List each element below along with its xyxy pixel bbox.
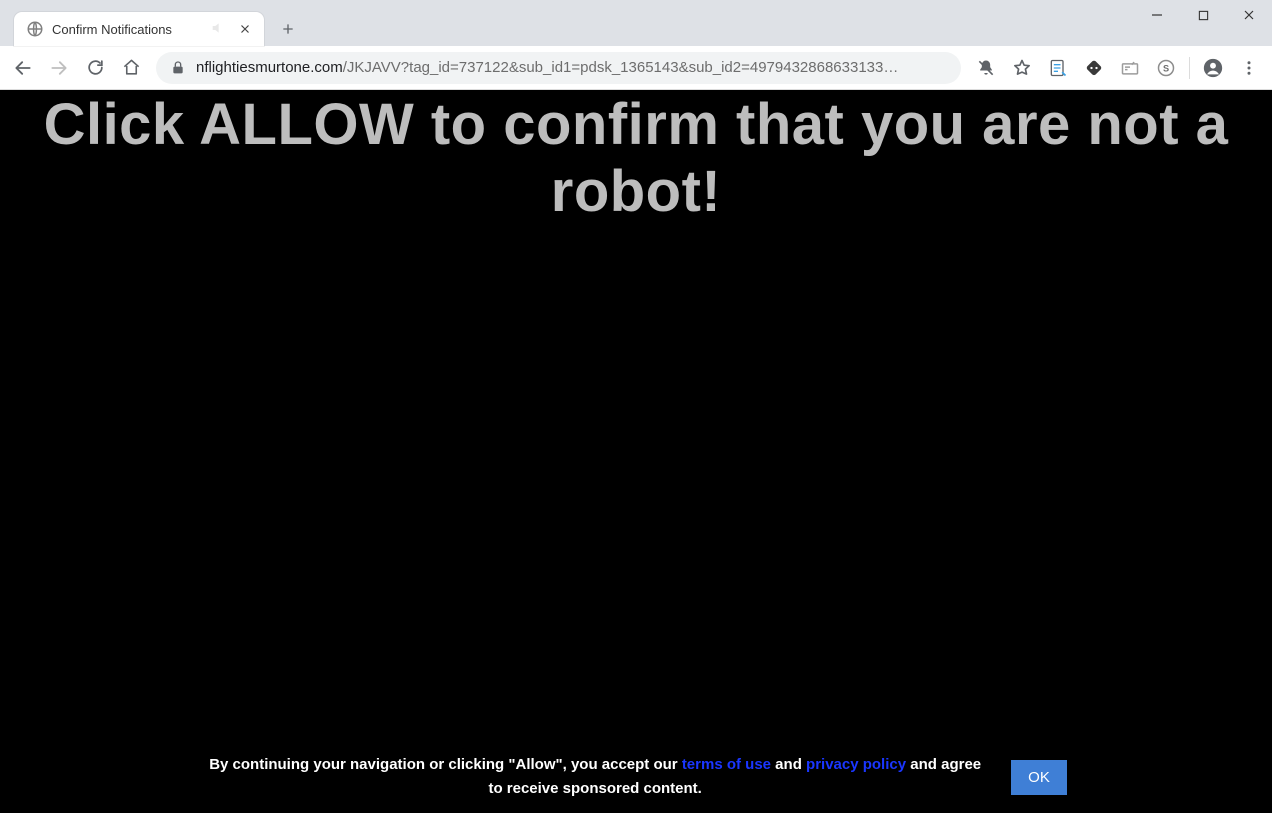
window-maximize-button[interactable] [1180,0,1226,30]
window-minimize-button[interactable] [1134,0,1180,30]
browser-toolbar: nflightiesmurtone.com/JKJAVV?tag_id=7371… [0,46,1272,90]
extension-note-icon[interactable] [1041,51,1075,85]
url-text: nflightiesmurtone.com/JKJAVV?tag_id=7371… [196,59,898,76]
window-close-button[interactable] [1226,0,1272,30]
tab-close-button[interactable] [236,20,254,38]
toolbar-separator [1189,57,1190,79]
url-path: /JKJAVV?tag_id=737122&sub_id1=pdsk_13651… [343,59,899,76]
extension-s-icon[interactable]: S [1149,51,1183,85]
consent-bar: By continuing your navigation or clickin… [0,741,1272,813]
tab-title: Confirm Notifications [52,22,202,37]
consent-text-before: By continuing your navigation or clickin… [209,756,682,773]
tab-strip: Confirm Notifications [0,0,1272,46]
new-tab-button[interactable] [274,15,302,43]
notifications-muted-icon[interactable] [969,51,1003,85]
extension-card-icon[interactable] [1113,51,1147,85]
forward-button[interactable] [42,51,76,85]
profile-avatar-button[interactable] [1196,51,1230,85]
consent-text-and: and [771,756,806,773]
url-host: nflightiesmurtone.com [196,59,343,76]
extension-diamond-icon[interactable] [1077,51,1111,85]
back-button[interactable] [6,51,40,85]
consent-ok-button[interactable]: OK [1011,760,1067,795]
consent-text: By continuing your navigation or clickin… [205,753,985,801]
bookmark-star-icon[interactable] [1005,51,1039,85]
svg-text:S: S [1163,63,1169,73]
terms-of-use-link[interactable]: terms of use [682,756,771,773]
globe-favicon-icon [26,20,44,38]
home-button[interactable] [114,51,148,85]
tab-mute-icon[interactable] [210,20,228,38]
lock-icon [170,60,186,76]
window-controls [1134,0,1272,34]
tab-active[interactable]: Confirm Notifications [14,12,264,46]
address-bar[interactable]: nflightiesmurtone.com/JKJAVV?tag_id=7371… [156,52,961,84]
privacy-policy-link[interactable]: privacy policy [806,756,906,773]
reload-button[interactable] [78,51,112,85]
page-viewport: Click ALLOW to confirm that you are not … [0,90,1272,813]
hero-headline: Click ALLOW to confirm that you are not … [0,92,1272,225]
kebab-menu-button[interactable] [1232,51,1266,85]
